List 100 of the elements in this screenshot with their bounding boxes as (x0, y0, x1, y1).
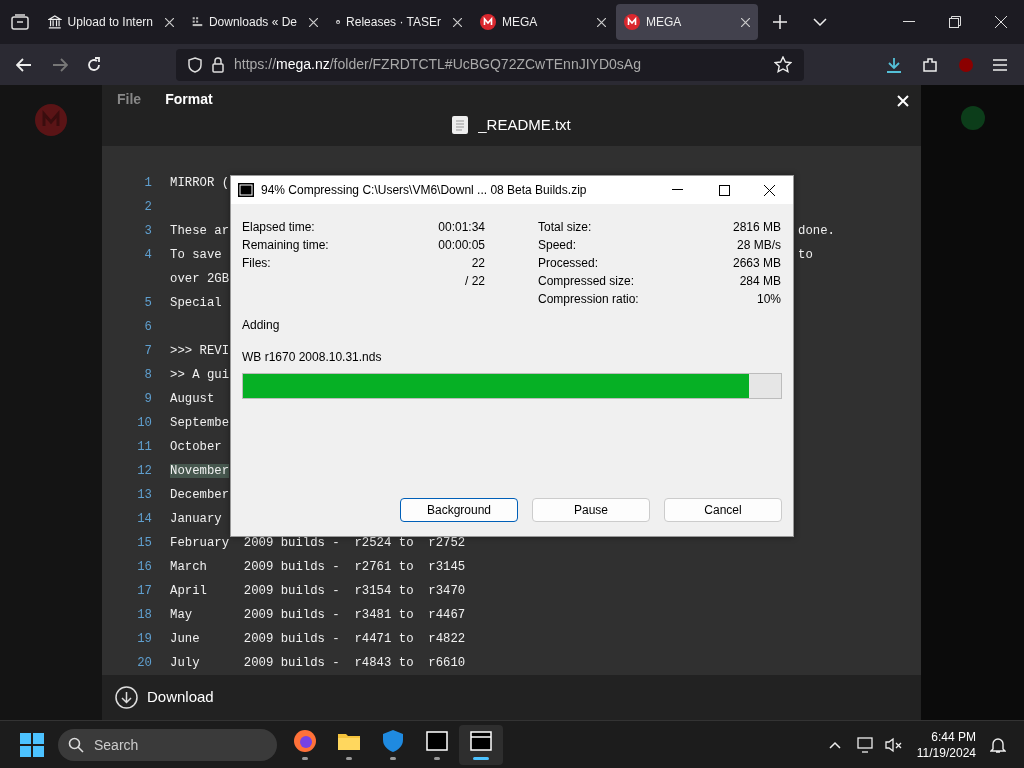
dialog-button[interactable]: Cancel (664, 498, 782, 522)
new-tab-icon[interactable] (773, 15, 787, 29)
line-number: 2 (143, 198, 152, 216)
museum-icon (48, 14, 62, 30)
code-text: done. (798, 222, 835, 240)
search-icon (68, 736, 84, 753)
reload-icon[interactable] (86, 56, 102, 73)
download-button[interactable]: Download (115, 685, 214, 709)
close-viewer-button[interactable] (897, 95, 909, 107)
close-icon[interactable] (764, 184, 775, 196)
line-number: 18 (136, 606, 152, 624)
code-text: April 2009 builds - r3154 to r3470 (170, 583, 466, 598)
line-number: 19 (136, 630, 152, 648)
stat-value: 284 MB (739, 273, 781, 290)
clock-date[interactable]: 11/19/2024 (916, 744, 976, 761)
menu-icon[interactable] (992, 57, 1008, 72)
code-text: January (170, 511, 222, 526)
stat-value: 2663 MB (732, 255, 781, 272)
status-label: Adding (242, 317, 281, 334)
code-text: to (798, 246, 813, 264)
line-number: 11 (136, 438, 152, 456)
taskbar-app[interactable] (459, 724, 503, 765)
browser-tab[interactable]: Releases · TASEr (328, 4, 470, 40)
browser-tab[interactable]: MEGA (616, 4, 758, 40)
line-number: 16 (136, 558, 152, 576)
speaker-muted-icon[interactable] (884, 736, 903, 753)
logo-icon (480, 14, 496, 30)
document-icon (452, 116, 469, 135)
current-file: WB r1670 2008.10.31.nds (242, 349, 383, 366)
notification-bell-icon[interactable] (990, 735, 1006, 754)
minimize-icon[interactable] (903, 21, 915, 23)
shield-icon (381, 729, 405, 753)
line-number: 8 (143, 366, 152, 384)
stat-label: Processed: (538, 255, 599, 272)
line-number: 15 (136, 534, 152, 552)
stat-value: 22 (471, 255, 485, 272)
menu-item[interactable]: Format (165, 89, 213, 110)
code-text: over 2GB (170, 271, 230, 286)
code-text: October (170, 439, 222, 454)
line-number: 12 (136, 462, 152, 480)
app-icon (238, 183, 254, 197)
maximize-icon[interactable] (719, 184, 730, 196)
code-text: These ar (170, 223, 230, 238)
code-text: Septembe (170, 415, 230, 430)
archive-app-icon (469, 729, 493, 753)
browser-tab[interactable]: MEGA (472, 4, 614, 40)
archive-app-icon (425, 729, 449, 753)
extensions-icon[interactable] (922, 56, 938, 73)
chevron-up-icon[interactable] (828, 740, 841, 749)
download-icon[interactable] (886, 56, 902, 73)
bookmark-star-icon[interactable] (774, 55, 792, 74)
restore-icon[interactable] (949, 16, 961, 28)
logo-icon (624, 14, 640, 30)
search-field[interactable]: Search (58, 728, 277, 761)
code-text: June 2009 builds - r4471 to r4822 (170, 631, 466, 646)
line-number: 1 (143, 174, 152, 192)
stat-value: 00:01:34 (438, 219, 485, 236)
clock-time[interactable]: 6:44 PM (931, 728, 976, 745)
stat-value: 10% (756, 291, 781, 308)
code-text: >> A gui (170, 367, 230, 382)
stat-label: Compression ratio: (538, 291, 639, 308)
network-icon[interactable] (856, 736, 875, 753)
dialog-button[interactable]: Pause (532, 498, 650, 522)
stat-label: Total size: (538, 219, 592, 236)
line-number: 13 (136, 486, 152, 504)
close-tab-icon[interactable] (741, 17, 750, 27)
close-tab-icon[interactable] (309, 17, 318, 27)
close-tab-icon[interactable] (165, 17, 174, 27)
shield-icon[interactable] (188, 56, 202, 73)
line-number: 20 (136, 654, 152, 672)
code-text: May 2009 builds - r3481 to r4467 (170, 607, 466, 622)
back-icon[interactable] (16, 57, 32, 72)
forward-icon[interactable] (52, 57, 68, 72)
code-text: February 2009 builds - r2524 to r2752 (170, 535, 466, 550)
address-bar[interactable]: https://mega.nz/folder/FZRDTCTL#UcBGQ72ZCwTEnnJIYD0sAg (176, 48, 804, 81)
line-number: 17 (136, 582, 152, 600)
code-text: August (170, 391, 215, 406)
url-text: https://mega.nz/folder/FZRDTCTL#UcBGQ72ZCwTEnnJIYD0sAg (234, 55, 641, 74)
stat-value: 00:00:05 (438, 237, 485, 254)
lock-icon[interactable] (212, 56, 224, 73)
browser-tab[interactable]: Downloads « De (184, 4, 326, 40)
line-number: 5 (143, 294, 152, 312)
start-icon[interactable] (20, 732, 44, 757)
menu-item[interactable]: File (117, 89, 142, 110)
stat-value: 28 MB/s (737, 237, 781, 254)
close-tab-icon[interactable] (453, 17, 462, 27)
close-tab-icon[interactable] (597, 17, 606, 27)
line-number: 10 (136, 414, 152, 432)
dialog-title: 94% Compressing C:\Users\VM6\Downl ... 08 Beta Builds.zip (261, 182, 587, 199)
stat-label: Remaining time: (242, 237, 329, 254)
browser-tab[interactable]: Upload to Intern (40, 4, 182, 40)
code-text: March 2009 builds - r2761 to r3145 (170, 559, 466, 574)
dialog-button[interactable]: Background (400, 498, 518, 522)
minimize-icon[interactable] (672, 189, 683, 191)
line-number: 6 (143, 318, 152, 336)
stat-value: / 22 (465, 273, 485, 290)
line-number: 14 (136, 510, 152, 528)
tab-list-icon[interactable] (11, 14, 29, 30)
download-circle-icon (115, 685, 138, 709)
chevron-down-icon[interactable] (813, 18, 827, 26)
